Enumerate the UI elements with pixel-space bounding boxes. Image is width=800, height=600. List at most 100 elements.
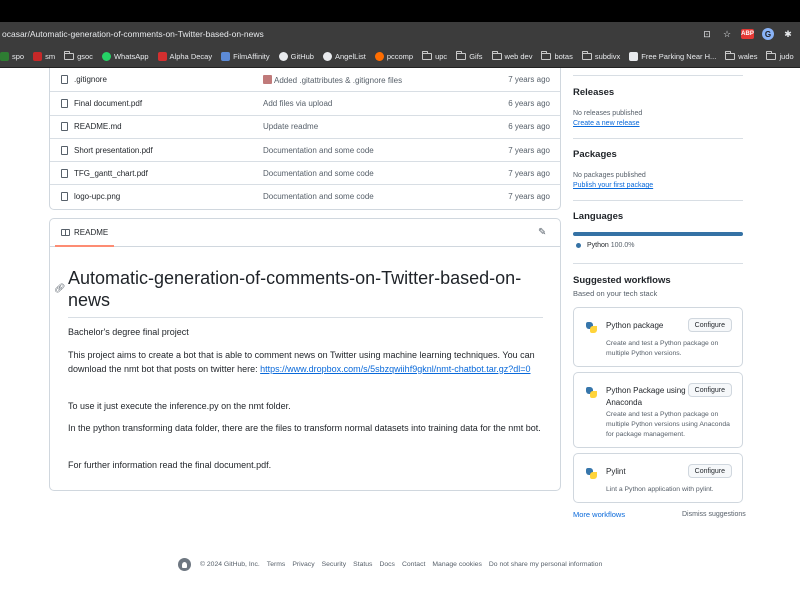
bookmark-item[interactable]: Alpha Decay — [157, 52, 212, 61]
alpha-decay-icon — [157, 52, 167, 61]
commit-message[interactable]: Documentation and some code — [263, 169, 374, 178]
readme-header: README ✎ — [50, 219, 560, 247]
bookmark-item[interactable]: WhatsApp — [101, 52, 149, 61]
file-icon — [61, 75, 68, 85]
install-app-icon[interactable]: ⊡ — [701, 28, 713, 40]
bookmark-item[interactable]: FilmAffinity — [221, 52, 270, 61]
tab-readme[interactable]: README — [55, 219, 115, 247]
folder-icon — [725, 51, 736, 60]
configure-button[interactable]: Configure — [687, 383, 732, 397]
bookmark-folder[interactable]: gsoc — [64, 51, 93, 61]
dismiss-suggestions-button[interactable]: Dismiss suggestions — [682, 511, 746, 518]
file-name[interactable]: README.md — [74, 122, 122, 131]
bookmark-item[interactable]: spo — [0, 52, 24, 61]
language-python[interactable]: Python 100.0% — [587, 242, 635, 249]
create-release-link[interactable]: Create a new release — [573, 120, 640, 127]
readme-paragraph: For further information read the final d… — [68, 460, 272, 470]
footer-link[interactable]: Docs — [379, 561, 395, 568]
workflows-heading: Suggested workflows — [573, 275, 671, 286]
configure-button[interactable]: Configure — [687, 464, 732, 478]
bookmark-item[interactable]: GitHub — [278, 52, 314, 61]
readme-title: Automatic-generation-of-comments-on-Twit… — [68, 267, 543, 318]
bookmark-folder[interactable]: web dev — [491, 51, 532, 61]
dropbox-link[interactable]: https://www.dropbox.com/s/5sbzqwiihf9gkn… — [260, 364, 530, 374]
anchor-link-icon[interactable]: 🔗︎ — [54, 283, 65, 294]
bookmark-item[interactable]: sm — [33, 52, 55, 61]
footer-link[interactable]: Privacy — [292, 561, 314, 568]
commit-message[interactable]: Documentation and some code — [263, 146, 374, 155]
file-icon — [61, 192, 68, 202]
folder-icon — [766, 51, 777, 60]
bookmark-folder[interactable]: Gifs — [456, 51, 483, 61]
readme-paragraph: This project aims to create a bot that i… — [68, 350, 535, 374]
sidebar-divider — [573, 138, 743, 139]
folder-icon — [422, 51, 433, 60]
commit-message[interactable]: Added .gitattributes & .gitignore files — [263, 74, 402, 85]
file-name[interactable]: Final document.pdf — [74, 99, 142, 108]
file-name[interactable]: TFG_gantt_chart.pdf — [74, 169, 148, 178]
readme-panel: README ✎ 🔗︎ Automatic-generation-of-comm… — [49, 218, 561, 491]
file-row[interactable]: .gitignore Added .gitattributes & .gitig… — [50, 68, 560, 91]
bookmark-folder[interactable]: botas — [541, 51, 573, 61]
adblock-extension-icon[interactable]: ABP — [741, 29, 754, 39]
footer-link[interactable]: Contact — [402, 561, 425, 568]
spotify-icon — [0, 52, 9, 61]
file-name[interactable]: .gitignore — [74, 75, 107, 84]
readme-paragraph: To use it just execute the inference.py … — [68, 401, 291, 411]
more-workflows-link[interactable]: More workflows — [573, 510, 625, 519]
commit-message[interactable]: Documentation and some code — [263, 192, 374, 201]
publish-package-link[interactable]: Publish your first package — [573, 182, 653, 189]
commit-message[interactable]: Update readme — [263, 122, 318, 131]
workflow-description: Create and test a Python package on mult… — [606, 340, 719, 357]
bookmark-folder[interactable]: upc — [422, 51, 447, 61]
folder-icon — [581, 51, 592, 60]
grammarly-extension-icon[interactable]: G — [762, 28, 774, 40]
footer-link[interactable]: Manage cookies — [432, 561, 482, 568]
sidebar-divider — [573, 263, 743, 264]
sm-icon — [33, 52, 43, 61]
configure-button[interactable]: Configure — [687, 318, 732, 332]
packages-heading[interactable]: Packages — [573, 149, 617, 160]
bookmark-folder[interactable]: judo — [766, 51, 794, 61]
github-logo-icon[interactable] — [178, 557, 191, 571]
file-icon — [61, 122, 68, 132]
workflow-card: Python Package using Anaconda Configure … — [573, 372, 743, 448]
footer-link[interactable]: Do not share my personal information — [489, 561, 602, 568]
sidebar-divider — [573, 200, 743, 201]
pccomp-icon — [374, 52, 384, 61]
footer-link[interactable]: Status — [353, 561, 372, 568]
file-row[interactable]: README.md Update readme 6 years ago — [50, 114, 560, 138]
bookmark-item[interactable]: Free Parking Near H... — [629, 52, 716, 61]
commit-date: 7 years ago — [508, 75, 550, 85]
address-bar[interactable]: ocasar/Automatic-generation-of-comments-… — [0, 22, 800, 46]
workflow-description: Lint a Python application with pylint. — [606, 486, 714, 493]
url-text[interactable]: ocasar/Automatic-generation-of-comments-… — [0, 29, 264, 39]
commit-date: 7 years ago — [508, 192, 550, 202]
edit-pencil-icon[interactable]: ✎ — [538, 228, 548, 238]
language-bar — [573, 232, 743, 236]
footer-link[interactable]: Security — [322, 561, 347, 568]
bookmark-folder[interactable]: wales — [725, 51, 757, 61]
bookmark-item[interactable]: pccomp — [374, 52, 413, 61]
python-color-dot — [576, 243, 581, 248]
bookmark-star-icon[interactable]: ☆ — [721, 28, 733, 40]
file-name[interactable]: Short presentation.pdf — [74, 146, 153, 155]
workflow-name: Pylint — [606, 467, 626, 476]
bookmark-item[interactable]: AngelList — [322, 52, 366, 61]
file-row[interactable]: TFG_gantt_chart.pdf Documentation and so… — [50, 161, 560, 184]
workflow-card: Pylint Configure Lint a Python applicati… — [573, 453, 743, 503]
file-row[interactable]: logo-upc.png Documentation and some code… — [50, 184, 560, 207]
emoji-icon — [263, 74, 272, 84]
sidebar-divider — [573, 75, 743, 76]
readme-paragraph: In the python transforming data folder, … — [68, 423, 541, 433]
file-row[interactable]: Final document.pdf Add files via upload … — [50, 91, 560, 114]
file-list: .gitignore Added .gitattributes & .gitig… — [49, 68, 561, 210]
commit-message[interactable]: Add files via upload — [263, 99, 332, 108]
footer-link[interactable]: Terms — [267, 561, 286, 568]
extensions-puzzle-icon[interactable]: ✱ — [782, 28, 794, 40]
toolbar-icons: ⊡ ☆ ABP G ✱ — [701, 22, 800, 46]
releases-heading[interactable]: Releases — [573, 87, 614, 98]
file-row[interactable]: Short presentation.pdf Documentation and… — [50, 137, 560, 161]
bookmark-folder[interactable]: subdivx — [581, 51, 620, 61]
file-name[interactable]: logo-upc.png — [74, 192, 120, 201]
